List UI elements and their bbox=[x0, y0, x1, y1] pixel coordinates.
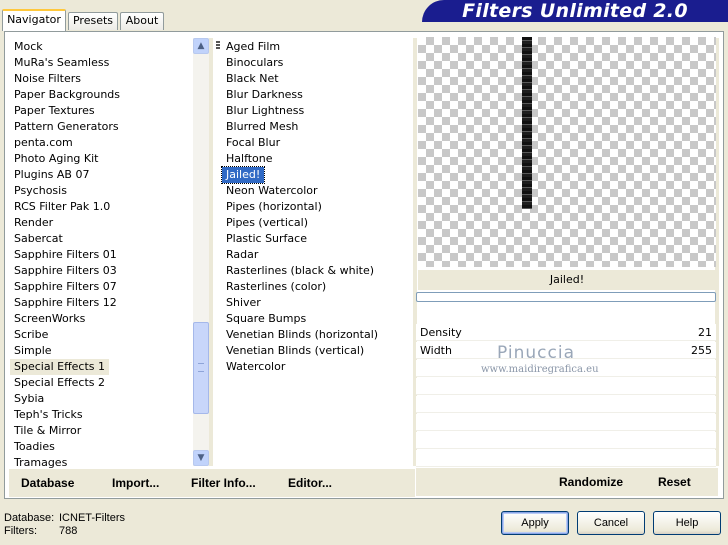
category-item[interactable]: Sapphire Filters 12 bbox=[10, 295, 121, 311]
category-item[interactable]: Paper Textures bbox=[10, 103, 99, 119]
param-value: 255 bbox=[691, 344, 712, 357]
filter-item[interactable]: Blur Lightness bbox=[222, 103, 308, 119]
left-button-bar: Database Import... Filter Info... Editor… bbox=[9, 469, 415, 497]
status-filters: Filters: 788 bbox=[4, 525, 77, 537]
filter-item[interactable]: Plastic Surface bbox=[222, 231, 311, 247]
category-scrollbar[interactable]: ▲ ▼ bbox=[193, 38, 209, 466]
param-row-empty bbox=[416, 414, 716, 431]
filter-item[interactable]: Pipes (vertical) bbox=[222, 215, 312, 231]
filter-item[interactable]: Focal Blur bbox=[222, 135, 284, 151]
category-item[interactable]: Scribe bbox=[10, 327, 52, 343]
category-item[interactable]: Special Effects 1 bbox=[10, 359, 110, 375]
category-item[interactable]: ScreenWorks bbox=[10, 311, 89, 327]
status-database-label: Database: bbox=[4, 512, 55, 524]
list-marker-icon bbox=[216, 41, 220, 50]
status-database-value: ICNET-Filters bbox=[59, 512, 125, 524]
preview-canvas[interactable] bbox=[418, 37, 716, 267]
apply-button[interactable]: Apply bbox=[501, 511, 569, 535]
param-row-density[interactable]: Density 21 bbox=[416, 324, 716, 341]
category-item[interactable]: Sabercat bbox=[10, 231, 67, 247]
filter-item[interactable]: Watercolor bbox=[222, 359, 289, 375]
category-item[interactable]: Toadies bbox=[10, 439, 59, 455]
randomize-button[interactable]: Randomize bbox=[559, 468, 623, 496]
param-row-empty bbox=[416, 432, 716, 449]
status-filters-value: 788 bbox=[59, 525, 78, 537]
category-item[interactable]: Mock bbox=[10, 39, 47, 55]
param-row-empty bbox=[416, 450, 716, 467]
status-database: Database: ICNET-Filters bbox=[4, 512, 125, 524]
watermark-url: www.maidiregrafica.eu bbox=[481, 364, 599, 375]
current-filter-name: Jailed! bbox=[418, 270, 716, 290]
filter-item[interactable]: Rasterlines (black & white) bbox=[222, 263, 378, 279]
category-item[interactable]: Psychosis bbox=[10, 183, 71, 199]
filter-item[interactable]: Halftone bbox=[222, 151, 277, 167]
help-button[interactable]: Help bbox=[653, 511, 721, 535]
filter-item[interactable]: Rasterlines (color) bbox=[222, 279, 330, 295]
filter-item[interactable]: Venetian Blinds (vertical) bbox=[222, 343, 368, 359]
category-item[interactable]: Render bbox=[10, 215, 57, 231]
category-item[interactable]: Simple bbox=[10, 343, 56, 359]
category-item[interactable]: Photo Aging Kit bbox=[10, 151, 102, 167]
category-item[interactable]: Sapphire Filters 03 bbox=[10, 263, 121, 279]
filter-item[interactable]: Pipes (horizontal) bbox=[222, 199, 326, 215]
category-item[interactable]: Sybia bbox=[10, 391, 48, 407]
import-button[interactable]: Import... bbox=[112, 469, 159, 497]
filter-item[interactable]: Venetian Blinds (horizontal) bbox=[222, 327, 382, 343]
param-value: 21 bbox=[698, 326, 712, 339]
filter-item[interactable]: Black Net bbox=[222, 71, 283, 87]
filter-item[interactable]: Radar bbox=[222, 247, 262, 263]
filter-item[interactable]: Blur Darkness bbox=[222, 87, 307, 103]
filter-item[interactable]: Aged Film bbox=[222, 39, 284, 55]
param-row-empty bbox=[416, 378, 716, 395]
preview-image bbox=[522, 37, 532, 209]
filter-list[interactable]: Aged Film Binoculars Black Net Blur Darknes… bbox=[213, 36, 413, 466]
category-item[interactable]: MuRa's Seamless bbox=[10, 55, 113, 71]
scroll-thumb[interactable] bbox=[193, 322, 209, 414]
tab-presets[interactable]: Presets bbox=[68, 12, 118, 30]
tab-about[interactable]: About bbox=[120, 12, 164, 30]
reset-button[interactable]: Reset bbox=[658, 468, 691, 496]
app-title-banner: Filters Unlimited 2.0 bbox=[422, 0, 728, 22]
category-item[interactable]: Sapphire Filters 07 bbox=[10, 279, 121, 295]
status-filters-label: Filters: bbox=[4, 525, 37, 537]
filter-info-button[interactable]: Filter Info... bbox=[191, 469, 256, 497]
scroll-up-button[interactable]: ▲ bbox=[193, 38, 209, 54]
category-item[interactable]: Paper Backgrounds bbox=[10, 87, 124, 103]
param-row-empty bbox=[416, 396, 716, 413]
category-item[interactable]: Plugins AB 07 bbox=[10, 167, 93, 183]
database-button[interactable]: Database bbox=[21, 469, 74, 497]
tab-navigator[interactable]: Navigator bbox=[2, 9, 66, 31]
filter-item[interactable]: Neon Watercolor bbox=[222, 183, 322, 199]
editor-button[interactable]: Editor... bbox=[288, 469, 332, 497]
filter-item[interactable]: Jailed! bbox=[220, 166, 266, 184]
scroll-down-button[interactable]: ▼ bbox=[193, 450, 209, 466]
filter-item[interactable]: Square Bumps bbox=[222, 311, 310, 327]
right-button-bar: Randomize Reset bbox=[416, 468, 718, 496]
category-list[interactable]: Mock MuRa's Seamless Noise Filters Paper Ba… bbox=[9, 36, 191, 469]
category-item[interactable]: Sapphire Filters 01 bbox=[10, 247, 121, 263]
watermark-name: Pinuccia bbox=[497, 343, 575, 363]
filter-item[interactable]: Shiver bbox=[222, 295, 265, 311]
category-item[interactable]: Pattern Generators bbox=[10, 119, 123, 135]
category-item[interactable]: Special Effects 2 bbox=[10, 375, 109, 391]
filter-item[interactable]: Blurred Mesh bbox=[222, 119, 302, 135]
category-item[interactable]: Tile & Mirror bbox=[10, 423, 85, 439]
category-item[interactable]: Noise Filters bbox=[10, 71, 85, 87]
param-label: Density bbox=[420, 326, 462, 339]
cancel-button[interactable]: Cancel bbox=[577, 511, 645, 535]
filter-item[interactable]: Binoculars bbox=[222, 55, 287, 71]
param-label: Width bbox=[420, 344, 452, 357]
category-item[interactable]: Teph's Tricks bbox=[10, 407, 87, 423]
category-item[interactable]: RCS Filter Pak 1.0 bbox=[10, 199, 114, 215]
category-item[interactable]: penta.com bbox=[10, 135, 77, 151]
progress-bar bbox=[416, 292, 716, 302]
